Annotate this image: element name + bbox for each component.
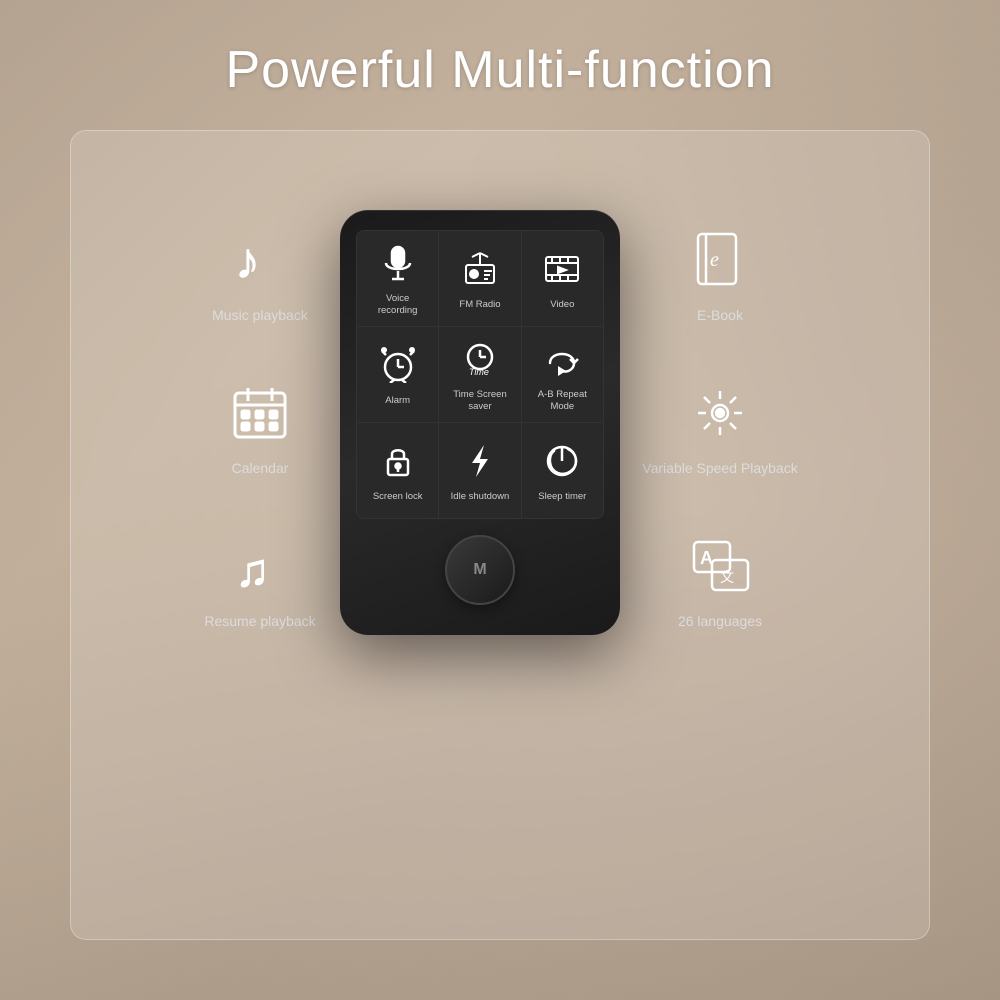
svg-text:e: e <box>710 249 719 271</box>
feature-ebook: e E-Book <box>690 230 750 323</box>
voice-recording-label: Voice recording <box>365 293 430 316</box>
right-features: e E-Book <box>620 230 820 629</box>
video-label: Video <box>550 299 574 310</box>
device-m-button[interactable]: M <box>445 535 515 605</box>
languages-label: 26 languages <box>678 613 762 629</box>
alarm-icon <box>380 347 416 389</box>
clock-icon: Time <box>462 341 498 383</box>
fm-radio-label: FM Radio <box>459 299 500 310</box>
device-button-label: M <box>473 561 486 579</box>
feature-variable-speed: Variable Speed Playback <box>642 383 797 476</box>
page-title: Powerful Multi-function <box>226 40 775 100</box>
resume-icon: ♫ <box>230 536 290 605</box>
svg-text:♪: ♪ <box>235 233 260 289</box>
lock-icon <box>380 443 416 485</box>
time-screen-saver-label: Time Screen saver <box>447 389 512 412</box>
svg-text:Time: Time <box>469 367 489 377</box>
feature-calendar: Calendar <box>230 383 290 476</box>
resume-playback-label: Resume playback <box>204 613 315 629</box>
screen-lock-label: Screen lock <box>373 491 423 502</box>
screen-cell-alarm: Alarm <box>357 327 438 422</box>
music-playback-label: Music playback <box>212 307 308 323</box>
calendar-label: Calendar <box>232 460 289 476</box>
video-icon <box>544 251 580 293</box>
svg-text:文: 文 <box>720 569 734 585</box>
screen-grid: Voice recording <box>357 231 603 518</box>
screen-cell-sleep: Sleep timer <box>522 423 603 518</box>
screen-cell-radio: FM Radio <box>439 231 520 326</box>
feature-music-playback: ♪ Music playback <box>212 230 308 323</box>
screen-cell-time: Time Time Screen saver <box>439 327 520 422</box>
screen-cell-lock: Screen lock <box>357 423 438 518</box>
bolt-icon <box>462 443 498 485</box>
gear-icon <box>690 383 750 452</box>
translate-icon: A 文 <box>690 536 750 605</box>
mp3-device: Voice recording <box>340 210 620 635</box>
main-content: ♪ Music playback <box>0 210 1000 635</box>
ab-repeat-label: A-B Repeat Mode <box>530 389 595 412</box>
sleep-timer-label: Sleep timer <box>538 491 586 502</box>
device-wrapper: Voice recording <box>340 210 620 635</box>
feature-languages: A 文 26 languages <box>678 536 762 629</box>
page-container: Powerful Multi-function ♪ Music playback <box>0 0 1000 1000</box>
screen-cell-repeat: A-B Repeat Mode <box>522 327 603 422</box>
svg-text:♫: ♫ <box>235 544 270 596</box>
variable-speed-label: Variable Speed Playback <box>642 460 797 476</box>
radio-icon <box>462 251 498 293</box>
repeat-icon <box>544 341 580 383</box>
screen-cell-idle: Idle shutdown <box>439 423 520 518</box>
music-icon: ♪ <box>230 230 290 299</box>
idle-shutdown-label: Idle shutdown <box>451 491 510 502</box>
ebook-label: E-Book <box>697 307 743 323</box>
alarm-label: Alarm <box>385 395 410 406</box>
screen-cell-voice: Voice recording <box>357 231 438 326</box>
device-screen: Voice recording <box>356 230 604 519</box>
mic-icon <box>380 245 416 287</box>
screen-cell-video: Video <box>522 231 603 326</box>
power-icon <box>544 443 580 485</box>
feature-resume-playback: ♫ Resume playback <box>204 536 315 629</box>
ebook-icon: e <box>690 230 750 299</box>
device-bottom: M <box>356 535 604 605</box>
calendar-icon <box>230 383 290 452</box>
left-features: ♪ Music playback <box>180 230 340 629</box>
